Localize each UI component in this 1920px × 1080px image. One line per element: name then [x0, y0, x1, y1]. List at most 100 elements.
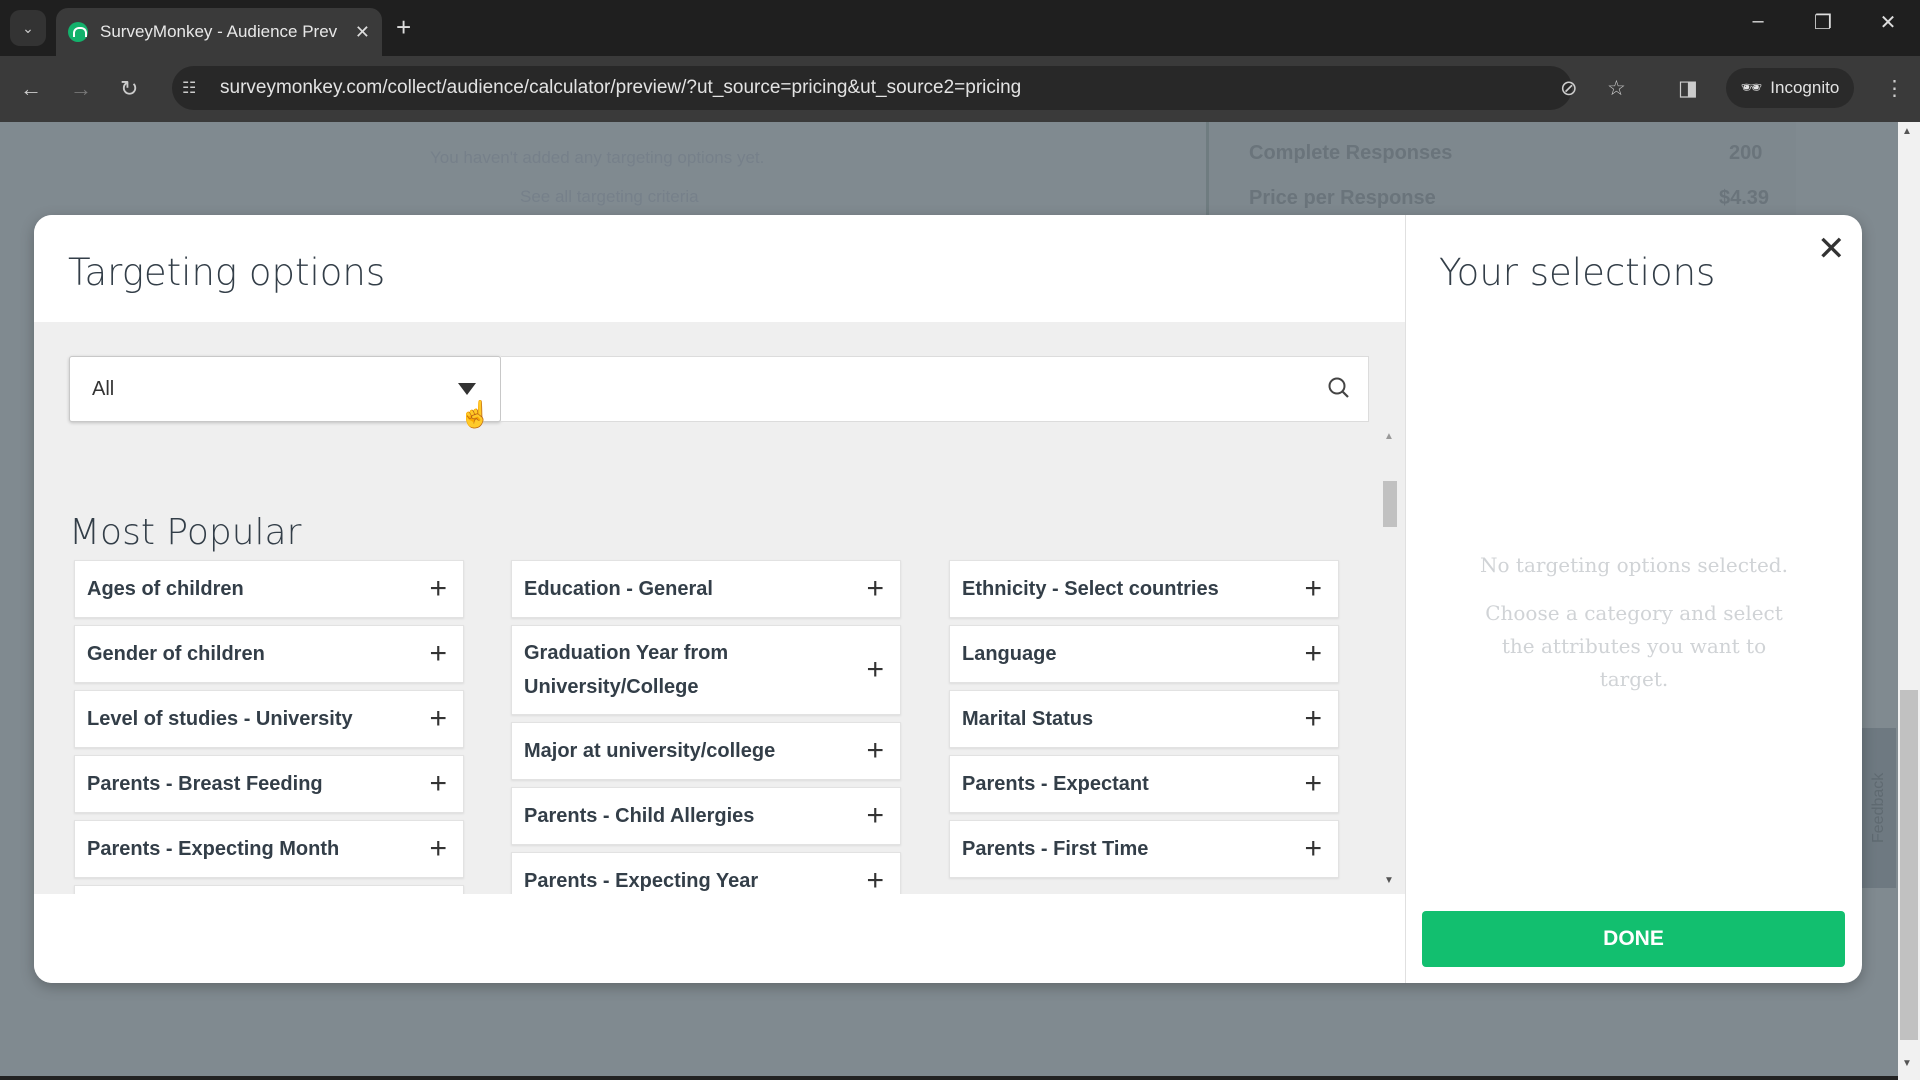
- option-label: Gender of children: [87, 643, 265, 665]
- plus-icon[interactable]: +: [429, 832, 447, 866]
- tab-search-button[interactable]: ⌄: [10, 10, 46, 46]
- url-text: surveymonkey.com/collect/audience/calcul…: [220, 77, 1022, 98]
- scroll-up-icon[interactable]: ▲: [1902, 126, 1912, 137]
- option-card[interactable]: Parents - Expecting Month +: [74, 820, 464, 878]
- option-card[interactable]: Marital Status +: [949, 690, 1339, 748]
- option-card[interactable]: [74, 885, 464, 894]
- option-card[interactable]: Graduation Year from University/College +: [511, 625, 901, 715]
- bg-price-value: $4.39: [1719, 187, 1770, 209]
- option-label: Ethnicity - Select countries: [962, 578, 1219, 600]
- empty-selections-title: No targeting options selected.: [1480, 553, 1788, 577]
- option-label: Parents - Expecting Year: [524, 870, 759, 892]
- bg-complete-responses-value: 200: [1729, 142, 1763, 164]
- option-card[interactable]: Major at university/college +: [511, 722, 901, 780]
- feedback-tab[interactable]: Feedback: [1862, 728, 1896, 888]
- done-button[interactable]: DONE: [1422, 911, 1845, 967]
- plus-icon[interactable]: +: [1304, 832, 1322, 866]
- option-label: Major at university/college: [524, 740, 776, 762]
- plus-icon[interactable]: +: [866, 734, 884, 768]
- tab-title: SurveyMonkey - Audience Prev: [100, 22, 338, 41]
- list-scrollbar-thumb[interactable]: [1383, 481, 1397, 527]
- bg-summary-card: Complete Responses 200 Price per Respons…: [1206, 122, 1796, 215]
- list-scroll-up-icon[interactable]: ▲: [1384, 431, 1394, 442]
- close-window-icon[interactable]: ✕: [1868, 10, 1908, 35]
- search-icon[interactable]: [1326, 375, 1352, 401]
- category-select[interactable]: All: [69, 356, 501, 422]
- reload-icon[interactable]: ↻: [120, 76, 138, 102]
- option-label: Language: [962, 643, 1057, 665]
- incognito-badge[interactable]: 🕶 Incognito: [1726, 68, 1854, 108]
- plus-icon[interactable]: +: [429, 572, 447, 606]
- page-scrollbar-thumb[interactable]: [1900, 690, 1918, 1040]
- options-column-2: Education - General + Graduation Year from…: [511, 560, 901, 894]
- caret-down-icon: [458, 383, 476, 395]
- surveymonkey-favicon-icon: [68, 22, 88, 42]
- browser-menu-icon[interactable]: ⋮: [1884, 76, 1905, 101]
- options-column-3: Ethnicity - Select countries + Language + Ma…: [949, 560, 1339, 885]
- option-label: Level of studies - University: [87, 708, 353, 730]
- star-icon[interactable]: ☆: [1607, 76, 1626, 101]
- bg-see-all-link: See all targeting criteria: [520, 187, 699, 206]
- empty-selections-body: Choose a category and select the attribu…: [1485, 601, 1783, 691]
- plus-icon[interactable]: +: [866, 572, 884, 606]
- url-input[interactable]: surveymonkey.com/collect/audience/calcul…: [172, 66, 1572, 110]
- plus-icon[interactable]: +: [1304, 572, 1322, 606]
- restore-icon[interactable]: ❐: [1803, 10, 1843, 35]
- option-label: Marital Status: [962, 708, 1094, 730]
- plus-icon[interactable]: +: [1304, 767, 1322, 801]
- eye-off-icon[interactable]: ⊘: [1560, 76, 1578, 101]
- new-tab-button[interactable]: +: [396, 12, 411, 43]
- plus-icon[interactable]: +: [429, 637, 447, 671]
- option-card[interactable]: Parents - Expecting Year +: [511, 852, 901, 894]
- option-label: Parents - First Time: [962, 838, 1149, 860]
- option-label: Parents - Breast Feeding: [87, 773, 323, 795]
- search-input[interactable]: [501, 356, 1369, 422]
- plus-icon[interactable]: +: [429, 767, 447, 801]
- scroll-down-icon[interactable]: ▼: [1902, 1058, 1912, 1069]
- selections-title: Your selections: [1439, 251, 1716, 294]
- plus-icon[interactable]: +: [866, 864, 884, 894]
- option-card[interactable]: Education - General +: [511, 560, 901, 618]
- option-card[interactable]: Parents - Breast Feeding +: [74, 755, 464, 813]
- plus-icon[interactable]: +: [866, 653, 884, 687]
- bg-complete-responses-label: Complete Responses: [1249, 142, 1453, 164]
- option-card[interactable]: Ages of children +: [74, 560, 464, 618]
- option-card[interactable]: Level of studies - University +: [74, 690, 464, 748]
- option-card[interactable]: Gender of children +: [74, 625, 464, 683]
- site-info-icon[interactable]: ☷: [182, 78, 196, 98]
- plus-icon[interactable]: +: [1304, 637, 1322, 671]
- incognito-label: Incognito: [1770, 78, 1840, 97]
- category-select-value: All: [92, 377, 115, 400]
- minimize-icon[interactable]: –: [1738, 10, 1778, 33]
- modal-title: Targeting options: [68, 251, 386, 294]
- option-label: Graduation Year from University/College: [524, 642, 729, 698]
- close-tab-icon[interactable]: ✕: [355, 22, 370, 43]
- option-label: Ages of children: [87, 578, 244, 600]
- option-card[interactable]: Parents - Child Allergies +: [511, 787, 901, 845]
- option-label: Parents - Expecting Month: [87, 838, 340, 860]
- section-title: Most Popular: [69, 512, 302, 553]
- bg-price-label: Price per Response: [1249, 187, 1436, 209]
- option-label: Parents - Child Allergies: [524, 805, 755, 827]
- close-modal-icon[interactable]: ✕: [1817, 229, 1846, 269]
- option-card[interactable]: Parents - Expectant +: [949, 755, 1339, 813]
- plus-icon[interactable]: +: [866, 799, 884, 833]
- option-card[interactable]: Parents - First Time +: [949, 820, 1339, 878]
- hand-cursor-icon: ☝: [459, 399, 492, 429]
- taskbar-strip: [0, 1076, 1898, 1080]
- panel-divider: [1405, 215, 1406, 983]
- back-icon[interactable]: ←: [20, 76, 42, 102]
- plus-icon[interactable]: +: [1304, 702, 1322, 736]
- bg-no-targeting-text: You haven't added any targeting options …: [430, 148, 765, 167]
- incognito-icon: 🕶: [1740, 78, 1763, 97]
- plus-icon[interactable]: +: [429, 702, 447, 736]
- options-column-1: Ages of children + Gender of children + Leve…: [74, 560, 464, 894]
- option-card[interactable]: Ethnicity - Select countries +: [949, 560, 1339, 618]
- option-label: Parents - Expectant: [962, 773, 1149, 795]
- browser-tab-active[interactable]: SurveyMonkey - Audience Prev ✕: [56, 8, 382, 56]
- option-card[interactable]: Language +: [949, 625, 1339, 683]
- forward-icon[interactable]: →: [70, 76, 92, 102]
- option-label: Education - General: [524, 578, 713, 600]
- list-scroll-down-icon[interactable]: ▼: [1384, 875, 1394, 886]
- side-panel-icon[interactable]: ◨: [1678, 76, 1698, 101]
